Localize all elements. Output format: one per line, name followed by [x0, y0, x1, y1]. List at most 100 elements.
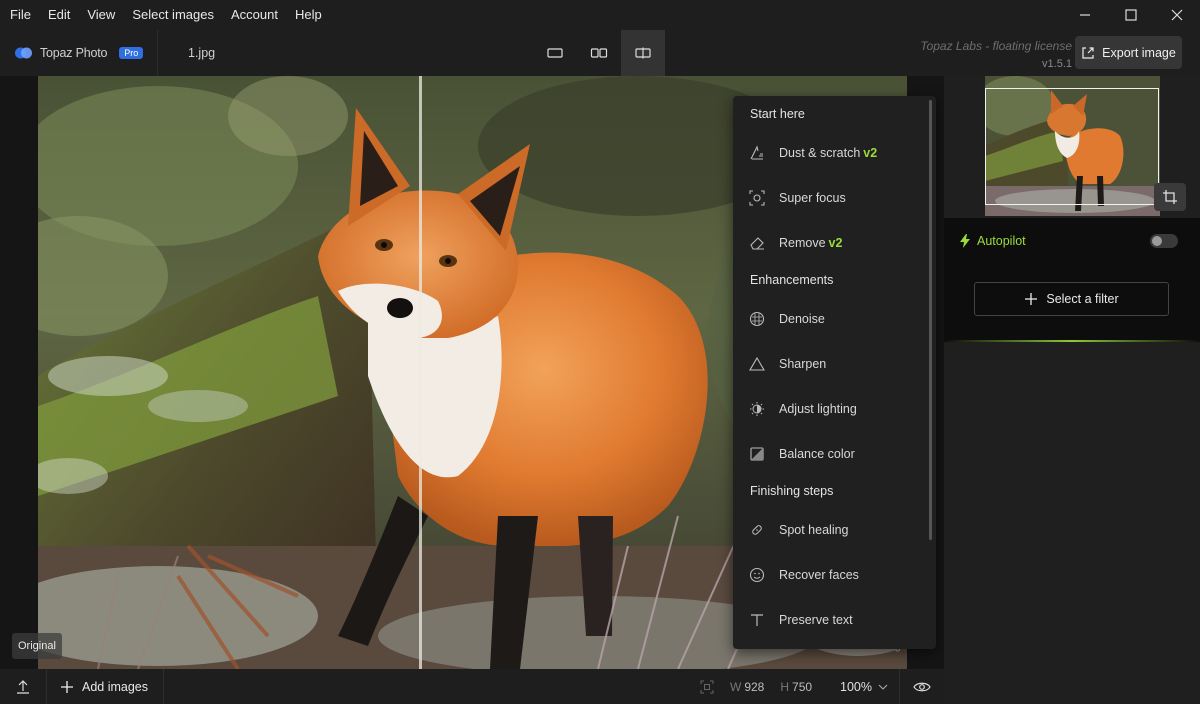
menu-help[interactable]: Help — [285, 0, 329, 30]
bandage-icon — [733, 522, 779, 538]
filter-remove[interactable]: Remove v2 — [733, 223, 923, 263]
filter-dust-scratch[interactable]: Dust & scratch v2 — [733, 133, 923, 173]
menu-select-images[interactable]: Select images — [122, 0, 221, 30]
height-value: 750 — [792, 679, 813, 694]
autopilot-row: Autopilot — [960, 234, 1026, 248]
filter-label: Preserve text — [779, 613, 853, 627]
toggle-knob — [1152, 236, 1162, 246]
filter-spot-healing[interactable]: Spot healing — [733, 510, 923, 550]
add-images-label: Add images — [82, 679, 149, 694]
add-images-button[interactable]: Add images — [60, 669, 148, 704]
lightning-icon — [960, 234, 970, 248]
text-icon — [733, 612, 779, 628]
filter-super-focus[interactable]: Super focus — [733, 178, 923, 218]
filter-adjust-lighting[interactable]: Adjust lighting — [733, 389, 923, 429]
filter-label: Denoise — [779, 312, 825, 326]
filter-denoise[interactable]: Denoise — [733, 299, 923, 339]
upload-icon — [17, 679, 29, 694]
zoom-dropdown[interactable]: 100% — [840, 669, 888, 704]
side-by-side-view-button[interactable] — [577, 30, 621, 76]
select-filter-button[interactable]: Select a filter — [974, 282, 1169, 316]
image-dimensions: W 928 H 750 — [700, 669, 812, 704]
toolbar: Topaz Photo Pro 1.jpg Topaz Labs - float… — [0, 30, 1200, 76]
lighting-icon — [733, 401, 779, 417]
toolbar-divider — [157, 30, 158, 76]
eye-icon — [913, 682, 931, 691]
select-filter-label: Select a filter — [1046, 292, 1119, 306]
split-view-icon — [635, 47, 651, 59]
navigator-thumbnail[interactable] — [975, 76, 1160, 216]
export-label: Export image — [1102, 45, 1176, 60]
export-icon — [1082, 46, 1094, 59]
file-name: 1.jpg — [188, 46, 216, 60]
filter-sharpen[interactable]: Sharpen — [733, 344, 923, 384]
width-key: W — [730, 679, 742, 694]
menu-view[interactable]: View — [77, 0, 122, 30]
view-mode-group — [533, 30, 665, 76]
filter-label: Sharpen — [779, 357, 827, 371]
menu-bar: File Edit View Select images Account Hel… — [0, 0, 1200, 30]
autopilot-label: Autopilot — [977, 234, 1026, 248]
menu-account[interactable]: Account — [221, 0, 285, 30]
topaz-logo-icon — [15, 47, 32, 59]
viewport-frame[interactable] — [985, 88, 1159, 205]
autopilot-toggle[interactable] — [1150, 234, 1178, 248]
dropdown-scrollbar[interactable] — [929, 100, 932, 540]
filter-dropdown: Start here Dust & scratch v2 Super focus … — [733, 96, 936, 649]
bottom-divider — [46, 669, 47, 704]
filter-label: Remove v2 — [779, 236, 843, 250]
crop-button[interactable] — [1154, 183, 1186, 211]
filter-preserve-text[interactable]: Preserve text — [733, 600, 923, 640]
window-controls — [1062, 0, 1200, 30]
maximize-icon — [1125, 9, 1137, 21]
filter-label: Recover faces — [779, 568, 859, 582]
resize-icon — [700, 680, 714, 693]
face-icon — [733, 567, 779, 583]
license-text: Topaz Labs - floating license — [920, 39, 1072, 53]
minimize-icon — [1080, 14, 1090, 16]
single-view-button[interactable] — [533, 30, 577, 76]
preview-toggle-button[interactable] — [900, 669, 944, 704]
sharpen-icon — [733, 356, 779, 372]
section-enhancements: Enhancements — [750, 273, 834, 287]
denoise-icon — [733, 311, 779, 327]
version-label: v1.5.1 — [1042, 58, 1072, 70]
super-focus-icon — [733, 190, 779, 206]
split-compare-handle[interactable] — [419, 76, 422, 669]
filter-label: Balance color — [779, 447, 855, 461]
export-image-button[interactable]: Export image — [1075, 36, 1182, 69]
filter-balance-color[interactable]: Balance color — [733, 434, 923, 474]
width-value: 928 — [744, 679, 765, 694]
close-button[interactable] — [1154, 0, 1200, 30]
split-view-button[interactable] — [621, 30, 665, 76]
menu-file[interactable]: File — [0, 0, 38, 30]
side-by-side-icon — [590, 48, 608, 58]
brand: Topaz Photo Pro — [14, 30, 144, 76]
minimize-button[interactable] — [1062, 0, 1108, 30]
maximize-button[interactable] — [1108, 0, 1154, 30]
filter-label: Spot healing — [779, 523, 849, 537]
chevron-down-icon — [878, 684, 888, 690]
license-info: Topaz Labs - floating license v1.5.1 — [920, 38, 1072, 72]
close-icon — [1171, 9, 1183, 21]
eraser-icon — [733, 235, 779, 251]
crop-icon — [1163, 190, 1177, 204]
accent-glow-line — [944, 340, 1200, 342]
zoom-value: 100% — [840, 679, 872, 694]
plus-icon — [1025, 293, 1038, 305]
upload-button[interactable] — [0, 669, 46, 704]
bottom-bar: Add images W 928 H 750 100% — [0, 669, 944, 704]
balance-color-icon — [733, 446, 779, 462]
autopilot-panel: Autopilot Select a filter — [944, 218, 1200, 342]
filter-label: Dust & scratch v2 — [779, 146, 878, 160]
brand-name: Topaz Photo — [40, 46, 108, 60]
filter-label: Adjust lighting — [779, 402, 857, 416]
single-view-icon — [547, 48, 563, 58]
filter-recover-faces[interactable]: Recover faces — [733, 555, 923, 595]
section-finishing-steps: Finishing steps — [750, 484, 834, 498]
menu-edit[interactable]: Edit — [38, 0, 77, 30]
right-panel — [944, 76, 1200, 704]
section-start-here: Start here — [750, 107, 805, 121]
original-label: Original — [12, 633, 62, 659]
filter-label: Super focus — [779, 191, 846, 205]
